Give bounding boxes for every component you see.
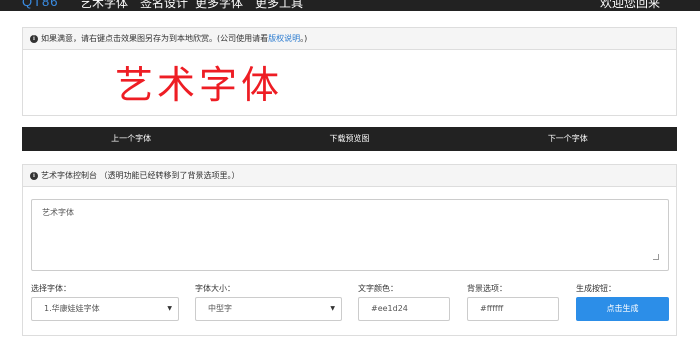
preview-tip: i 如果满意，请右键点击效果图另存为到本地欣赏。(公司使用请看版权说明。)	[23, 28, 676, 50]
art-text-preview[interactable]: 艺术字体	[115, 54, 283, 109]
preview-image-area: 艺术字体	[23, 50, 676, 116]
chevron-down-icon: ▼	[167, 305, 172, 312]
nav-item-more-fonts[interactable]: 更多字体	[195, 0, 243, 11]
chevron-down-icon: ▼	[330, 305, 335, 312]
generate-label: 生成按钮：	[576, 284, 616, 293]
bg-color-value: #ffffff	[480, 304, 504, 313]
font-select-value: 1.华康娃娃字体	[44, 304, 100, 313]
text-content-input[interactable]	[31, 199, 669, 271]
size-select-label: 字体大小：	[195, 284, 235, 293]
font-select-label: 选择字体：	[31, 284, 71, 293]
top-navbar: QT86 艺术字体 签名设计 更多字体 更多工具 欢迎您回来	[0, 0, 700, 11]
text-color-value: #ee1d24	[371, 304, 408, 313]
bg-color-input[interactable]: #ffffff	[467, 297, 559, 321]
size-select-value: 中型字	[208, 304, 232, 313]
control-title-text: 艺术字体控制台 （透明功能已经转移到了背景选项里。）	[41, 171, 240, 180]
preview-panel: i 如果满意，请右键点击效果图另存为到本地欣赏。(公司使用请看版权说明。) 艺术字…	[22, 27, 677, 116]
download-preview-button[interactable]: 下载预览图	[240, 127, 458, 151]
site-logo[interactable]: QT86	[22, 0, 59, 9]
nav-item-art-font[interactable]: 艺术字体	[80, 0, 128, 11]
generate-button[interactable]: 点击生成	[576, 297, 669, 321]
preview-tip-text: 如果满意，请右键点击效果图另存为到本地欣赏。(公司使用请看	[41, 34, 269, 43]
prev-font-button[interactable]: 上一个字体	[22, 127, 240, 151]
font-action-bar: 上一个字体 下载预览图 下一个字体	[22, 127, 677, 151]
control-panel-title: i 艺术字体控制台 （透明功能已经转移到了背景选项里。）	[23, 165, 676, 187]
size-select[interactable]: 中型字 ▼	[195, 297, 342, 321]
preview-tip-end: 。)	[300, 34, 308, 43]
text-color-input[interactable]: #ee1d24	[358, 297, 450, 321]
next-font-button[interactable]: 下一个字体	[459, 127, 677, 151]
welcome-link[interactable]: 欢迎您回来	[600, 0, 660, 11]
font-select[interactable]: 1.华康娃娃字体 ▼	[31, 297, 179, 321]
nav-item-signature[interactable]: 签名设计	[140, 0, 188, 11]
control-panel: i艺术字体控制台 （透明功能已经转移到了背景选项里。） 选择字体： 1.华康娃娃…	[22, 164, 677, 336]
info-icon: i	[30, 34, 38, 43]
nav-item-more-tools[interactable]: 更多工具	[255, 0, 303, 11]
copyright-link[interactable]: 版权说明	[268, 34, 300, 43]
bg-option-label: 背景选项：	[467, 284, 507, 293]
info-icon: i	[30, 171, 38, 180]
text-color-label: 文字颜色：	[358, 284, 398, 293]
